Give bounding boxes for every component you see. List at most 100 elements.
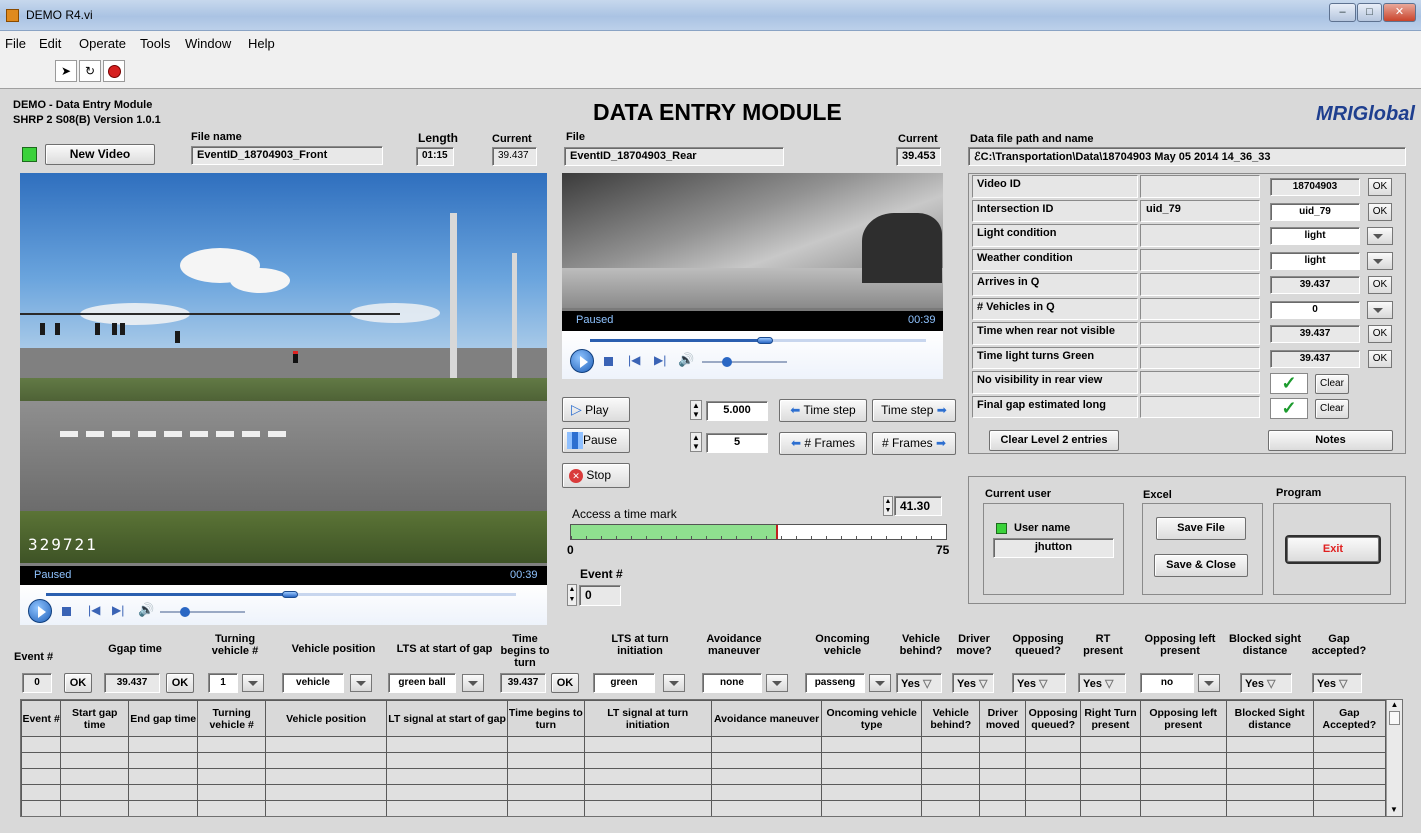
entry-dropdown-arrow-icon[interactable]: [1367, 251, 1393, 270]
maximize-button[interactable]: □: [1357, 3, 1382, 22]
grid-cell[interactable]: [21, 784, 62, 801]
grid-cell[interactable]: [507, 736, 585, 753]
front-volume-knob[interactable]: [180, 607, 190, 617]
grid-cell[interactable]: [821, 768, 923, 785]
grid-cell[interactable]: [1080, 752, 1141, 769]
run-continuously-icon[interactable]: ↻: [79, 60, 101, 82]
menu-window[interactable]: Window: [185, 36, 231, 51]
scroll-up-icon[interactable]: ▲: [1387, 700, 1402, 709]
time-step-back-button[interactable]: ⬅ Time step: [779, 399, 867, 422]
grid-cell[interactable]: [1080, 736, 1141, 753]
entry-input[interactable]: 0: [1270, 300, 1360, 319]
front-prev-icon[interactable]: |◀: [88, 603, 100, 617]
grid-cell[interactable]: [21, 768, 62, 785]
dropdown-arrow-icon[interactable]: [663, 674, 685, 692]
turning-value[interactable]: 1: [208, 673, 238, 693]
entry-clear-button[interactable]: Clear: [1315, 398, 1349, 419]
grid-cell[interactable]: [821, 752, 923, 769]
checkmark-icon[interactable]: ✓: [1270, 373, 1308, 394]
grid-cell[interactable]: [1025, 752, 1082, 769]
time-mark-spinner[interactable]: ▲ ▼: [883, 496, 893, 516]
new-video-button[interactable]: New Video: [45, 144, 155, 165]
entry-input[interactable]: 39.437: [1270, 349, 1360, 368]
save-file-button[interactable]: Save File: [1156, 517, 1246, 540]
gap-value[interactable]: Yes ▽: [1312, 673, 1362, 693]
grid-cell[interactable]: [1312, 768, 1387, 785]
grid-cell[interactable]: [197, 800, 267, 816]
grid-cell[interactable]: [979, 784, 1027, 801]
menu-help[interactable]: Help: [248, 36, 275, 51]
grid-cell[interactable]: [197, 768, 267, 785]
grid-cell[interactable]: [265, 768, 388, 785]
grid-cell[interactable]: [1225, 752, 1314, 769]
time-mark-field[interactable]: 41.30: [894, 496, 942, 516]
ggap-value[interactable]: 39.437: [104, 673, 160, 693]
events-grid[interactable]: Event # Start gap time End gap time Turning…: [20, 699, 1403, 817]
grid-cell[interactable]: [979, 800, 1027, 816]
grid-cell[interactable]: [1225, 800, 1314, 816]
grid-cell[interactable]: [265, 800, 388, 816]
entry-ok-button[interactable]: OK: [1368, 202, 1392, 221]
front-seek-knob[interactable]: [282, 591, 299, 598]
grid-cell[interactable]: [265, 752, 388, 769]
grid-cell[interactable]: [60, 736, 130, 753]
front-next-icon[interactable]: ▶|: [112, 603, 124, 617]
exit-button[interactable]: Exit: [1287, 537, 1379, 562]
event-number-spinner[interactable]: ▲ ▼: [567, 584, 577, 606]
data-file-path-field[interactable]: ℰC:\Transportation\Data\18704903 May 05 …: [968, 147, 1406, 166]
entry-input[interactable]: light: [1270, 227, 1360, 245]
close-button[interactable]: ✕: [1383, 3, 1416, 22]
clear-level2-button[interactable]: Clear Level 2 entries: [989, 430, 1119, 451]
menu-tools[interactable]: Tools: [140, 36, 170, 51]
oncoming-value[interactable]: passeng: [805, 673, 865, 693]
grid-cell[interactable]: [60, 784, 130, 801]
grid-cell[interactable]: [1025, 768, 1082, 785]
time-turn-value[interactable]: 39.437: [500, 673, 546, 693]
grid-cell[interactable]: [710, 752, 823, 769]
vehpos-value[interactable]: vehicle: [282, 673, 344, 693]
grid-cell[interactable]: [386, 784, 509, 801]
grid-cell[interactable]: [1312, 800, 1387, 816]
grid-cell[interactable]: [60, 768, 130, 785]
dropdown-arrow-icon[interactable]: [1198, 674, 1220, 692]
grid-cell[interactable]: [1025, 784, 1082, 801]
play-button[interactable]: ▷ Play: [562, 397, 630, 422]
opp-left-value[interactable]: no: [1140, 673, 1194, 693]
grid-cell[interactable]: [583, 752, 712, 769]
grid-cell[interactable]: [583, 800, 712, 816]
menu-file[interactable]: File: [5, 36, 26, 51]
entry-ok-button[interactable]: OK: [1368, 325, 1392, 343]
grid-cell[interactable]: [507, 784, 585, 801]
entry-input[interactable]: 39.437: [1270, 325, 1360, 343]
grid-cell[interactable]: [1139, 736, 1227, 753]
dropdown-arrow-icon[interactable]: [242, 674, 264, 692]
scroll-down-icon[interactable]: ▼: [1390, 805, 1398, 814]
rear-prev-icon[interactable]: |◀: [628, 353, 640, 367]
dropdown-arrow-icon[interactable]: [350, 674, 372, 692]
rear-volume-knob[interactable]: [722, 357, 732, 367]
grid-cell[interactable]: [128, 800, 199, 816]
grid-cell[interactable]: [265, 736, 388, 753]
event-ok-button[interactable]: OK: [166, 673, 194, 693]
grid-cell[interactable]: [1225, 736, 1314, 753]
event-ok-button[interactable]: OK: [551, 673, 579, 693]
grid-cell[interactable]: [1312, 736, 1387, 753]
grid-cell[interactable]: [583, 768, 712, 785]
grid-scrollbar[interactable]: ▲ ▼: [1386, 700, 1402, 816]
frames-back-button[interactable]: ⬅ # Frames: [779, 432, 867, 455]
time-step-forward-button[interactable]: Time step ➡: [872, 399, 956, 422]
user-name-field[interactable]: jhutton: [993, 538, 1114, 558]
grid-cell[interactable]: [60, 800, 130, 816]
dropdown-arrow-icon[interactable]: [462, 674, 484, 692]
event-ok-button[interactable]: OK: [64, 673, 92, 693]
entry-ok-button[interactable]: OK: [1368, 276, 1392, 294]
front-volume-icon[interactable]: 🔊: [138, 602, 154, 618]
grid-cell[interactable]: [197, 752, 267, 769]
rear-seek-knob[interactable]: [756, 337, 773, 344]
grid-cell[interactable]: [128, 768, 199, 785]
lts-start-value[interactable]: green ball: [388, 673, 456, 693]
entry-input[interactable]: light: [1270, 251, 1360, 270]
grid-cell[interactable]: [979, 736, 1027, 753]
grid-cell[interactable]: [386, 752, 509, 769]
rear-volume-slider[interactable]: [702, 361, 787, 363]
